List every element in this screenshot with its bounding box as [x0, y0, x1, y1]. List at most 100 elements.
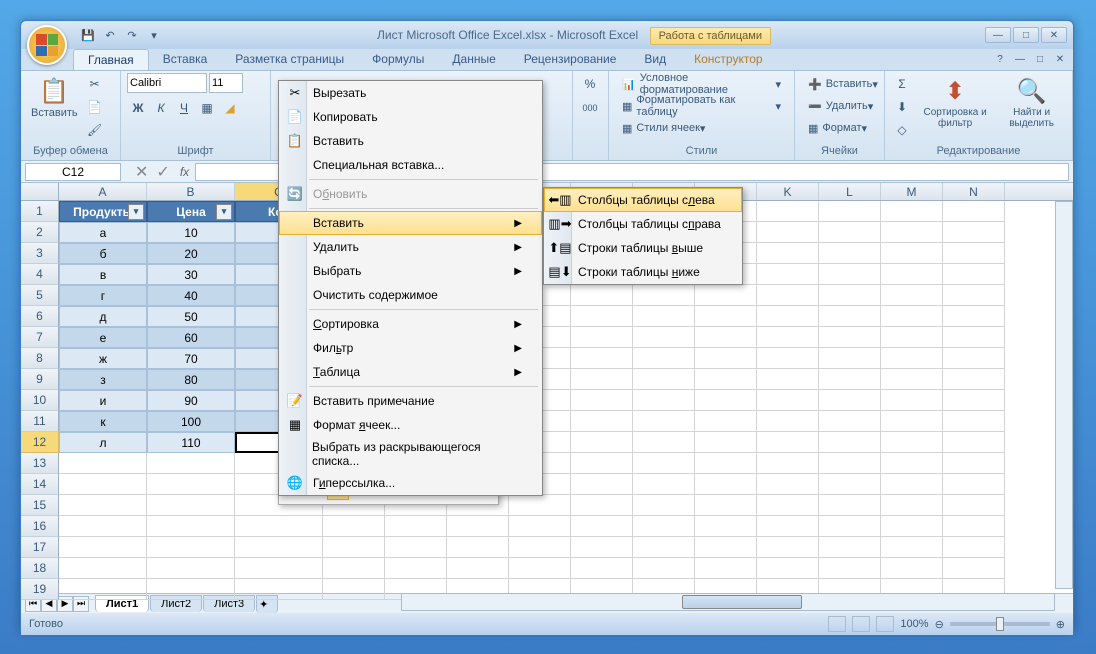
- col-header-L[interactable]: L: [819, 183, 881, 200]
- cell[interactable]: [59, 537, 147, 558]
- cell[interactable]: [757, 495, 819, 516]
- page-break-view-button[interactable]: [876, 616, 894, 632]
- zoom-out-button[interactable]: ⊖: [935, 618, 944, 631]
- cell[interactable]: д: [59, 306, 147, 327]
- row-header[interactable]: 12: [21, 432, 59, 453]
- tab-review[interactable]: Рецензирование: [510, 49, 631, 70]
- menu-sort[interactable]: Сортировка▶: [279, 312, 542, 336]
- menu-delete[interactable]: Удалить▶: [279, 235, 542, 259]
- cell[interactable]: [571, 453, 633, 474]
- menu-insert[interactable]: Вставить▶: [279, 211, 542, 235]
- cell[interactable]: [881, 348, 943, 369]
- cell[interactable]: [571, 306, 633, 327]
- cell[interactable]: [943, 348, 1005, 369]
- cell[interactable]: Цена: [147, 201, 235, 222]
- cell[interactable]: [819, 453, 881, 474]
- cell[interactable]: [819, 243, 881, 264]
- submenu-cols-right[interactable]: ▥➡Столбцы таблицы справа: [544, 212, 742, 236]
- undo-icon[interactable]: ↶: [101, 26, 119, 44]
- cell[interactable]: [235, 516, 323, 537]
- submenu-rows-below[interactable]: ▤⬇Строки таблицы ниже: [544, 260, 742, 284]
- border-icon[interactable]: ▦: [196, 97, 218, 119]
- cell[interactable]: [819, 516, 881, 537]
- cell[interactable]: [447, 537, 509, 558]
- close-button[interactable]: ✕: [1041, 27, 1067, 43]
- cell[interactable]: [571, 537, 633, 558]
- format-painter-icon[interactable]: 🖌: [84, 119, 106, 141]
- cell[interactable]: [235, 579, 323, 600]
- save-icon[interactable]: 💾: [79, 26, 97, 44]
- italic-button[interactable]: К: [150, 97, 172, 119]
- cell[interactable]: [633, 348, 695, 369]
- cell[interactable]: [881, 495, 943, 516]
- cell[interactable]: [571, 348, 633, 369]
- cell[interactable]: [819, 201, 881, 222]
- cell[interactable]: [695, 537, 757, 558]
- font-name-combo[interactable]: [127, 73, 207, 93]
- cell[interactable]: [819, 264, 881, 285]
- horizontal-scrollbar[interactable]: [401, 593, 1055, 611]
- cell[interactable]: [235, 558, 323, 579]
- row-header[interactable]: 5: [21, 285, 59, 306]
- cell[interactable]: [695, 516, 757, 537]
- cell[interactable]: [757, 516, 819, 537]
- cell[interactable]: [147, 474, 235, 495]
- cell[interactable]: 70: [147, 348, 235, 369]
- row-header[interactable]: 7: [21, 327, 59, 348]
- help-icon[interactable]: ?: [991, 53, 1009, 67]
- row-header[interactable]: 8: [21, 348, 59, 369]
- cell[interactable]: [695, 327, 757, 348]
- cell[interactable]: [757, 453, 819, 474]
- cell[interactable]: [881, 474, 943, 495]
- mdi-close-button[interactable]: ✕: [1051, 53, 1069, 67]
- cell[interactable]: [571, 327, 633, 348]
- cell[interactable]: г: [59, 285, 147, 306]
- mdi-restore-button[interactable]: □: [1031, 53, 1049, 67]
- cell[interactable]: [819, 474, 881, 495]
- cell[interactable]: [819, 369, 881, 390]
- cell[interactable]: [59, 558, 147, 579]
- menu-copy[interactable]: 📄Копировать: [279, 105, 542, 129]
- cell[interactable]: 10: [147, 222, 235, 243]
- cell[interactable]: 20: [147, 243, 235, 264]
- cell-styles-button[interactable]: ▦ Стили ячеек ▾: [615, 117, 712, 139]
- cell[interactable]: л: [59, 432, 147, 453]
- row-header[interactable]: 19: [21, 579, 59, 600]
- cell[interactable]: б: [59, 243, 147, 264]
- cell[interactable]: е: [59, 327, 147, 348]
- cell[interactable]: [819, 285, 881, 306]
- enter-formula-icon[interactable]: ✓: [156, 162, 169, 182]
- col-header-K[interactable]: K: [757, 183, 819, 200]
- cell[interactable]: [819, 432, 881, 453]
- cell[interactable]: [943, 285, 1005, 306]
- cell[interactable]: [695, 453, 757, 474]
- cell[interactable]: [757, 390, 819, 411]
- cell[interactable]: к: [59, 411, 147, 432]
- cell[interactable]: [695, 495, 757, 516]
- cell[interactable]: 40: [147, 285, 235, 306]
- cell[interactable]: [385, 516, 447, 537]
- cell[interactable]: [695, 411, 757, 432]
- cell[interactable]: [571, 474, 633, 495]
- cell[interactable]: ж: [59, 348, 147, 369]
- menu-cut[interactable]: ✂Вырезать: [279, 81, 542, 105]
- cell[interactable]: [881, 285, 943, 306]
- cell[interactable]: [147, 495, 235, 516]
- row-header[interactable]: 10: [21, 390, 59, 411]
- cell[interactable]: [819, 327, 881, 348]
- cell[interactable]: [147, 516, 235, 537]
- cell[interactable]: [943, 558, 1005, 579]
- cell[interactable]: [943, 390, 1005, 411]
- cell[interactable]: [633, 369, 695, 390]
- cell[interactable]: [881, 369, 943, 390]
- office-button[interactable]: [27, 25, 67, 65]
- col-header-B[interactable]: B: [147, 183, 235, 200]
- cell[interactable]: [323, 537, 385, 558]
- row-header[interactable]: 17: [21, 537, 59, 558]
- cell[interactable]: [881, 306, 943, 327]
- redo-icon[interactable]: ↷: [123, 26, 141, 44]
- cell[interactable]: [147, 579, 235, 600]
- cell[interactable]: [695, 558, 757, 579]
- row-header[interactable]: 1: [21, 201, 59, 222]
- cell[interactable]: [447, 516, 509, 537]
